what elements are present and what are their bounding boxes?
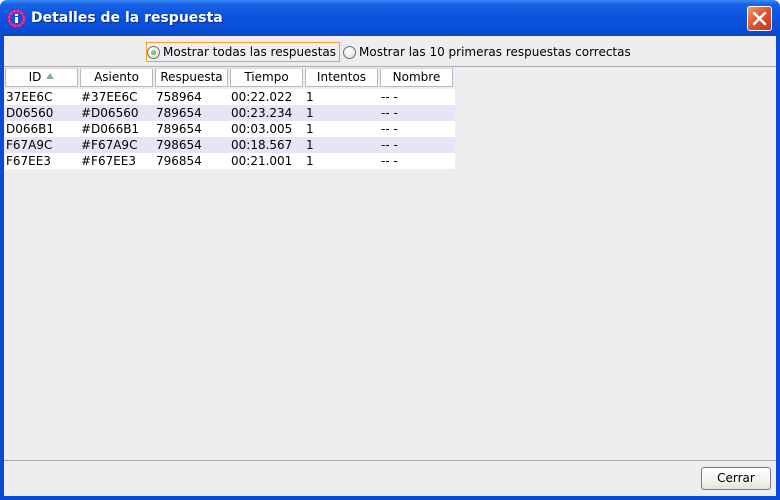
column-header-id[interactable]: ID [5,68,78,87]
table-row[interactable]: F67EE3 #F67EE3 796854 00:21.001 1 -- - [5,153,455,169]
column-header-nombre[interactable]: Nombre [380,68,453,87]
cell-tiempo: 00:22.022 [231,90,293,104]
cell-asiento: #37EE6C [81,90,138,104]
column-header-tiempo[interactable]: Tiempo [230,68,303,87]
table-row[interactable]: F67A9C #F67A9C 798654 00:18.567 1 -- - [5,137,455,153]
filter-radio-group: Mostrar todas las respuestas Mostrar las… [4,40,776,62]
window-close-button[interactable] [747,6,772,31]
close-button[interactable]: Cerrar [701,467,771,490]
radio-show-first-10-label: Mostrar las 10 primeras respuestas corre… [359,45,631,59]
cell-nombre: -- - [381,90,398,104]
cell-respuesta: 758964 [156,90,202,104]
cell-nombre: -- - [381,154,398,168]
app-logo-icon [7,9,26,28]
cell-id: D066B1 [6,122,55,136]
dialog-window: Detalles de la respuesta Mostrar todas l… [0,0,780,500]
radio-unselected-icon [343,45,356,59]
responses-table: ID Asiento Respuesta Tiempo Intentos Nom… [5,68,775,460]
cell-id: F67A9C [6,138,53,152]
cell-asiento: #F67A9C [81,138,138,152]
cell-asiento: #F67EE3 [81,154,137,168]
cell-tiempo: 00:18.567 [231,138,293,152]
cell-intentos: 1 [306,106,314,120]
cell-intentos: 1 [306,154,314,168]
cell-intentos: 1 [306,90,314,104]
divider [4,460,776,461]
table-row[interactable]: D066B1 #D066B1 789654 00:03.005 1 -- - [5,121,455,137]
sort-ascending-icon [46,73,55,79]
cell-nombre: -- - [381,122,398,136]
cell-id: D06560 [6,106,54,120]
cell-id: 37EE6C [6,90,53,104]
radio-show-all[interactable]: Mostrar todas las respuestas [146,42,340,62]
divider [4,66,776,67]
cell-nombre: -- - [381,138,398,152]
dialog-content: Mostrar todas las respuestas Mostrar las… [4,36,776,496]
cell-id: F67EE3 [6,154,51,168]
cell-tiempo: 00:03.005 [231,122,293,136]
cell-asiento: #D06560 [81,106,139,120]
cell-tiempo: 00:21.001 [231,154,293,168]
column-header-respuesta[interactable]: Respuesta [155,68,228,87]
table-row[interactable]: D06560 #D06560 789654 00:23.234 1 -- - [5,105,455,121]
table-row[interactable]: 37EE6C #37EE6C 758964 00:22.022 1 -- - [5,89,455,105]
cell-respuesta: 798654 [156,138,202,152]
window-title: Detalles de la respuesta [31,10,223,26]
radio-selected-icon [147,45,160,59]
cell-intentos: 1 [306,122,314,136]
column-header-asiento[interactable]: Asiento [80,68,153,87]
close-icon [752,11,767,26]
radio-show-all-label: Mostrar todas las respuestas [163,45,336,59]
cell-nombre: -- - [381,106,398,120]
title-bar[interactable]: Detalles de la respuesta [0,0,780,36]
radio-show-first-10-correct[interactable]: Mostrar las 10 primeras respuestas corre… [343,42,631,62]
cell-respuesta: 789654 [156,106,202,120]
cell-asiento: #D066B1 [81,122,140,136]
column-header-intentos[interactable]: Intentos [305,68,378,87]
cell-respuesta: 789654 [156,122,202,136]
cell-respuesta: 796854 [156,154,202,168]
cell-intentos: 1 [306,138,314,152]
cell-tiempo: 00:23.234 [231,106,293,120]
